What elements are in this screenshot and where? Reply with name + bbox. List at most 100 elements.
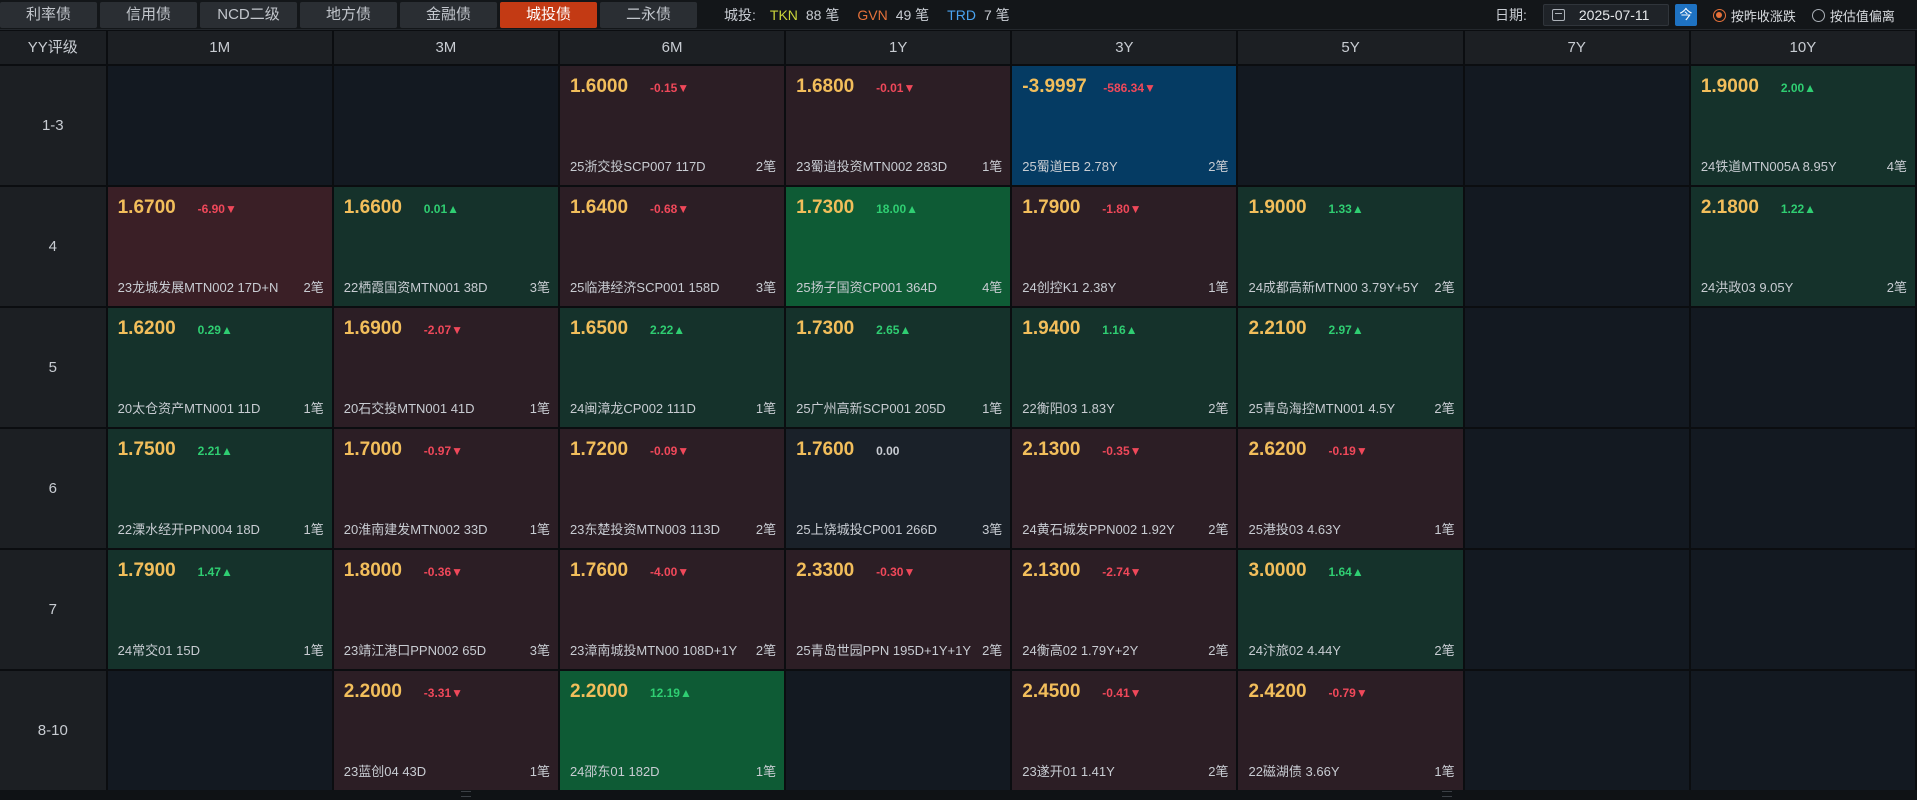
quote-cell[interactable]: 2.4500 -0.41▼ 23遂开01 1.41Y 2笔 bbox=[1012, 671, 1237, 790]
yield-value: 2.6200 bbox=[1248, 439, 1307, 460]
quote-cell[interactable]: 1.7900 1.47▲ 24常交01 15D 1笔 bbox=[107, 550, 332, 669]
yield-value: 2.2000 bbox=[569, 681, 629, 702]
rating-tenor-grid: YY评级 1M 3M 6M 1Y 3Y 5Y 7Y 10Y 1-3 1.6000 -0.15▼ 25… bbox=[0, 31, 1917, 790]
quote-cell[interactable]: 2.4200 -0.79▼ 22磁湖债 3.66Y 1笔 bbox=[1238, 671, 1463, 790]
column-header-3m[interactable]: 3M bbox=[333, 31, 558, 64]
rating-label: 6 bbox=[0, 429, 106, 548]
trade-count: 1笔 bbox=[982, 159, 1003, 174]
bp-change: 2.22▲ bbox=[649, 323, 686, 337]
rating-label: 7 bbox=[0, 550, 106, 669]
date-picker-input[interactable]: 2025-07-11 bbox=[1542, 4, 1669, 26]
bp-change: 0.29▲ bbox=[197, 323, 233, 337]
quote-cell[interactable]: 1.6200 0.29▲ 20太仓资产MTN001 11D 1笔 bbox=[107, 308, 332, 427]
bp-change: -0.79▼ bbox=[1328, 686, 1368, 700]
trade-count: 4笔 bbox=[1886, 159, 1907, 174]
bp-change: -3.31▼ bbox=[423, 686, 464, 700]
quote-cell[interactable]: 1.6900 -2.07▼ 20石交投MTN001 41D 1笔 bbox=[333, 308, 558, 427]
yield-value: 1.9400 bbox=[1022, 318, 1081, 339]
tab-4[interactable]: 金融债 bbox=[400, 2, 497, 28]
quote-cell[interactable]: 2.6200 -0.19▼ 25港投03 4.63Y 1笔 bbox=[1238, 429, 1463, 548]
bond-name: 23遂开01 1.41Y bbox=[1022, 764, 1115, 779]
quote-cell[interactable]: 1.7000 -0.97▼ 20淮南建发MTN002 33D 1笔 bbox=[333, 429, 558, 548]
quote-cell[interactable]: 1.9000 2.00▲ 24铁道MTN005A 8.95Y 4笔 bbox=[1690, 66, 1915, 185]
quote-cell[interactable]: 1.7600 -4.00▼ 23漳南城投MTN00 108D+1Y 2笔 bbox=[559, 550, 785, 669]
quote-cell[interactable]: 1.9000 1.33▲ 24成都高新MTN00 3.79Y+5Y 2笔 bbox=[1238, 187, 1463, 306]
yield-value: 1.6000 bbox=[569, 76, 629, 97]
quote-cell[interactable]: -3.9997 -586.34▼ 25蜀道EB 2.78Y 2笔 bbox=[1012, 66, 1237, 185]
yield-value: 1.7900 bbox=[1022, 197, 1081, 218]
bond-name: 23漳南城投MTN00 108D+1Y bbox=[569, 643, 738, 658]
quote-cell[interactable]: 1.7500 2.21▲ 22溧水经开PPN004 18D 1笔 bbox=[107, 429, 332, 548]
quote-cell[interactable]: 1.6600 0.01▲ 22栖霞国资MTN001 38D 3笔 bbox=[333, 187, 558, 306]
trade-count: 3笔 bbox=[982, 522, 1003, 537]
quote-cell[interactable]: 1.7900 -1.80▼ 24创控K1 2.38Y 1笔 bbox=[1012, 187, 1237, 306]
radio-prev-close[interactable]: 按昨收涨跌 bbox=[1712, 6, 1796, 25]
bond-name: 24汴旅02 4.44Y bbox=[1248, 643, 1341, 658]
quote-cell[interactable]: 1.6000 -0.15▼ 25浙交投SCP007 117D 2笔 bbox=[559, 66, 785, 185]
bp-change: 2.21▲ bbox=[197, 444, 233, 458]
today-button[interactable]: 今 bbox=[1674, 4, 1697, 26]
tab-5[interactable]: 城投债 bbox=[500, 2, 597, 28]
empty-cell bbox=[1464, 550, 1689, 669]
tab-2[interactable]: NCD二级 bbox=[200, 2, 297, 28]
yield-value: 3.0000 bbox=[1248, 560, 1307, 581]
count-value: 7 笔 bbox=[983, 7, 1010, 23]
quote-counts: 城投: TKN 88 笔 GVN 49 笔 TRD 7 笔 bbox=[724, 0, 1028, 30]
column-header-6m[interactable]: 6M bbox=[559, 31, 785, 64]
tab-0[interactable]: 利率债 bbox=[0, 2, 97, 28]
horizontal-splitter[interactable] bbox=[0, 790, 1917, 800]
quote-cell[interactable]: 1.7300 18.00▲ 25扬子国资CP001 364D 4笔 bbox=[786, 187, 1011, 306]
tab-3[interactable]: 地方债 bbox=[300, 2, 397, 28]
quote-cell[interactable]: 2.1300 -0.35▼ 24黄石城发PPN002 1.92Y 2笔 bbox=[1012, 429, 1237, 548]
column-header-1m[interactable]: 1M bbox=[107, 31, 332, 64]
quote-cell[interactable]: 1.6700 -6.90▼ 23龙城发展MTN002 17D+N 2笔 bbox=[107, 187, 332, 306]
bp-change: 1.16▲ bbox=[1102, 323, 1138, 337]
quote-cell[interactable]: 1.6800 -0.01▼ 23蜀道投资MTN002 283D 1笔 bbox=[786, 66, 1011, 185]
quote-cell[interactable]: 1.7200 -0.09▼ 23东楚投资MTN003 113D 2笔 bbox=[559, 429, 785, 548]
radio-valuation-deviation[interactable]: 按估值偏离 bbox=[1811, 6, 1895, 25]
column-header-5y[interactable]: 5Y bbox=[1238, 31, 1463, 64]
trade-count: 2笔 bbox=[755, 522, 777, 537]
column-header-1y[interactable]: 1Y bbox=[786, 31, 1011, 64]
grid-row: 5 1.6200 0.29▲ 20太仓资产MTN001 11D 1笔 1.6900 -2.0… bbox=[0, 308, 1917, 427]
quote-cell[interactable]: 1.7300 2.65▲ 25广州高新SCP001 205D 1笔 bbox=[786, 308, 1011, 427]
bond-name: 24创控K1 2.38Y bbox=[1022, 280, 1117, 295]
quote-cell[interactable]: 2.2000 -3.31▼ 23蓝创04 43D 1笔 bbox=[333, 671, 558, 790]
calendar-icon[interactable] bbox=[1551, 9, 1565, 21]
bp-change: -4.00▼ bbox=[649, 565, 690, 579]
splitter-grip-left[interactable] bbox=[461, 791, 471, 797]
quote-cell[interactable]: 3.0000 1.64▲ 24汴旅02 4.44Y 2笔 bbox=[1238, 550, 1463, 669]
bond-name: 20淮南建发MTN002 33D bbox=[343, 522, 488, 537]
bond-name: 22溧水经开PPN004 18D bbox=[117, 522, 260, 537]
yield-value: 2.2100 bbox=[1248, 318, 1307, 339]
count-gvn: GVN 49 笔 bbox=[857, 5, 929, 25]
column-header-10y[interactable]: 10Y bbox=[1690, 31, 1915, 64]
quote-cell[interactable]: 1.6500 2.22▲ 24闽漳龙CP002 111D 1笔 bbox=[559, 308, 785, 427]
grid-header-row: YY评级 1M 3M 6M 1Y 3Y 5Y 7Y 10Y bbox=[0, 31, 1917, 64]
radio-selected-icon[interactable] bbox=[1712, 8, 1726, 22]
quote-cell[interactable]: 1.6400 -0.68▼ 25临港经济SCP001 158D 3笔 bbox=[559, 187, 785, 306]
trade-count: 1笔 bbox=[982, 401, 1003, 416]
bp-change: -6.90▼ bbox=[197, 202, 237, 216]
quote-cell[interactable]: 1.8000 -0.36▼ 23靖江港口PPN002 65D 3笔 bbox=[333, 550, 558, 669]
quote-cell[interactable]: 2.2000 12.19▲ 24邵东01 182D 1笔 bbox=[559, 671, 785, 790]
quote-cell[interactable]: 1.9400 1.16▲ 22衡阳03 1.83Y 2笔 bbox=[1012, 308, 1237, 427]
tab-6[interactable]: 二永债 bbox=[600, 2, 697, 28]
quote-cell[interactable]: 2.1800 1.22▲ 24洪政03 9.05Y 2笔 bbox=[1690, 187, 1915, 306]
quote-cell[interactable]: 2.1300 -2.74▼ 24衡高02 1.79Y+2Y 2笔 bbox=[1012, 550, 1237, 669]
splitter-grip-right[interactable] bbox=[1442, 791, 1452, 797]
tab-1[interactable]: 信用债 bbox=[100, 2, 197, 28]
quote-cell[interactable]: 2.3300 -0.30▼ 25青岛世园PPN 195D+1Y+1Y 2笔 bbox=[786, 550, 1011, 669]
quote-cell[interactable]: 2.2100 2.97▲ 25青岛海控MTN001 4.5Y 2笔 bbox=[1238, 308, 1463, 427]
rating-label: 8-10 bbox=[0, 671, 106, 790]
empty-cell bbox=[333, 66, 558, 185]
quote-cell[interactable]: 1.7600 0.00 25上饶城投CP001 266D 3笔 bbox=[786, 429, 1011, 548]
radio-unselected-icon[interactable] bbox=[1811, 8, 1825, 22]
count-code: GVN bbox=[857, 7, 888, 23]
column-header-3y[interactable]: 3Y bbox=[1012, 31, 1237, 64]
bond-name: 25青岛世园PPN 195D+1Y+1Y bbox=[796, 643, 971, 658]
grid-row: 8-10 2.2000 -3.31▼ 23蓝创04 43D 1笔 2.2000 12.19▲… bbox=[0, 671, 1917, 790]
column-header-7y[interactable]: 7Y bbox=[1464, 31, 1689, 64]
bp-change: 1.47▲ bbox=[197, 565, 233, 579]
bond-name: 20石交投MTN001 41D bbox=[343, 401, 475, 416]
